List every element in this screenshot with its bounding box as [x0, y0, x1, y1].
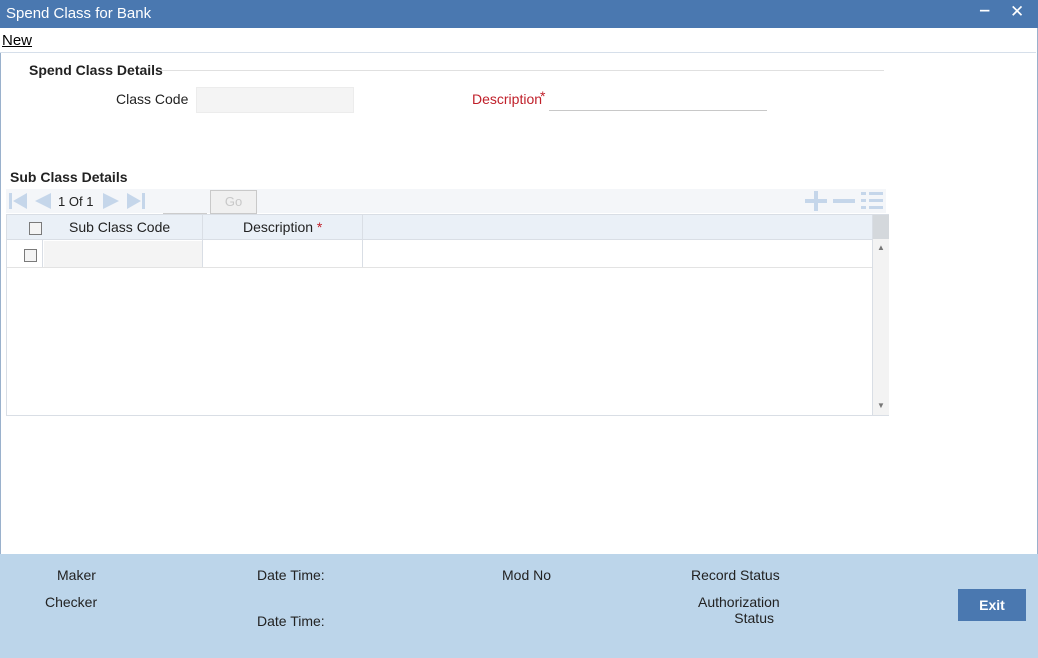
checker-date-time-label: Date Time:: [257, 613, 325, 629]
description-cell[interactable]: [204, 241, 362, 267]
column-header-sub-class-code: Sub Class Code: [69, 219, 170, 235]
pager-total: 1: [86, 194, 94, 209]
table-row-divider: [7, 267, 872, 268]
grid-header: Sub Class Code Description *: [7, 215, 872, 240]
record-status-label: Record Status: [691, 567, 780, 583]
exit-button[interactable]: Exit: [958, 589, 1026, 621]
last-page-icon[interactable]: [126, 191, 148, 211]
delete-row-icon[interactable]: [832, 191, 856, 211]
next-page-icon[interactable]: [102, 191, 122, 211]
class-code-label: Class Code: [116, 91, 189, 107]
description-label-text: Description: [472, 91, 543, 107]
previous-page-icon[interactable]: [32, 191, 52, 211]
spend-class-section-title: Spend Class Details: [29, 62, 163, 78]
column-required-mark: *: [316, 219, 323, 235]
sub-class-section-title: Sub Class Details: [10, 169, 128, 185]
maker-label: Maker: [57, 567, 96, 583]
authorization-status-line2: Status: [734, 610, 774, 626]
add-row-icon[interactable]: [804, 191, 828, 211]
checker-label: Checker: [45, 594, 98, 610]
audit-footer: Maker Checker Date Time: Date Time: Mod …: [0, 554, 1038, 658]
select-all-checkbox[interactable]: [29, 222, 42, 235]
maker-date-time-label: Date Time:: [257, 567, 325, 583]
window-title: Spend Class for Bank: [6, 5, 152, 22]
column-header-sub-class-code-label: Sub Class Code: [69, 219, 171, 235]
pager-text: 1 Of 1: [58, 194, 93, 209]
new-link[interactable]: New: [2, 32, 32, 49]
close-icon[interactable]: ✕: [1010, 2, 1024, 22]
single-record-view-icon[interactable]: [860, 191, 884, 211]
column-divider: [362, 215, 363, 268]
scrollbar-thumb[interactable]: [873, 215, 889, 239]
minimize-icon[interactable]: ‒: [980, 0, 989, 20]
column-header-description: Description *: [243, 219, 322, 235]
description-label: Description: [472, 91, 542, 107]
sub-class-code-cell[interactable]: [44, 241, 202, 267]
pager-current: 1: [58, 194, 66, 209]
class-code-input[interactable]: [196, 87, 354, 113]
scroll-up-icon[interactable]: ▲: [877, 243, 885, 252]
sub-class-grid: Sub Class Code Description * ▲ ▼: [6, 214, 889, 416]
first-page-icon[interactable]: [8, 191, 28, 211]
description-input[interactable]: [549, 86, 767, 111]
row-checkbox[interactable]: [24, 249, 37, 262]
column-divider: [42, 239, 43, 268]
authorization-status-label: Authorization Status: [698, 594, 780, 626]
grid-toolbar: 1 Of 1 Go: [6, 189, 886, 214]
grid-scrollbar[interactable]: ▲ ▼: [872, 215, 889, 415]
section-divider: [160, 70, 884, 71]
column-divider: [202, 215, 203, 268]
description-required-mark: *: [540, 88, 546, 104]
menu-bar: New: [0, 28, 1036, 53]
goto-page-input[interactable]: [163, 191, 207, 214]
authorization-status-line1: Authorization: [698, 594, 780, 610]
go-button[interactable]: Go: [210, 190, 257, 214]
pager-of: Of: [68, 194, 83, 209]
scroll-down-icon[interactable]: ▼: [877, 401, 885, 410]
column-header-description-label: Description: [243, 219, 314, 235]
title-bar: Spend Class for Bank ‒ ✕: [0, 0, 1038, 28]
mod-no-label: Mod No: [502, 567, 552, 583]
